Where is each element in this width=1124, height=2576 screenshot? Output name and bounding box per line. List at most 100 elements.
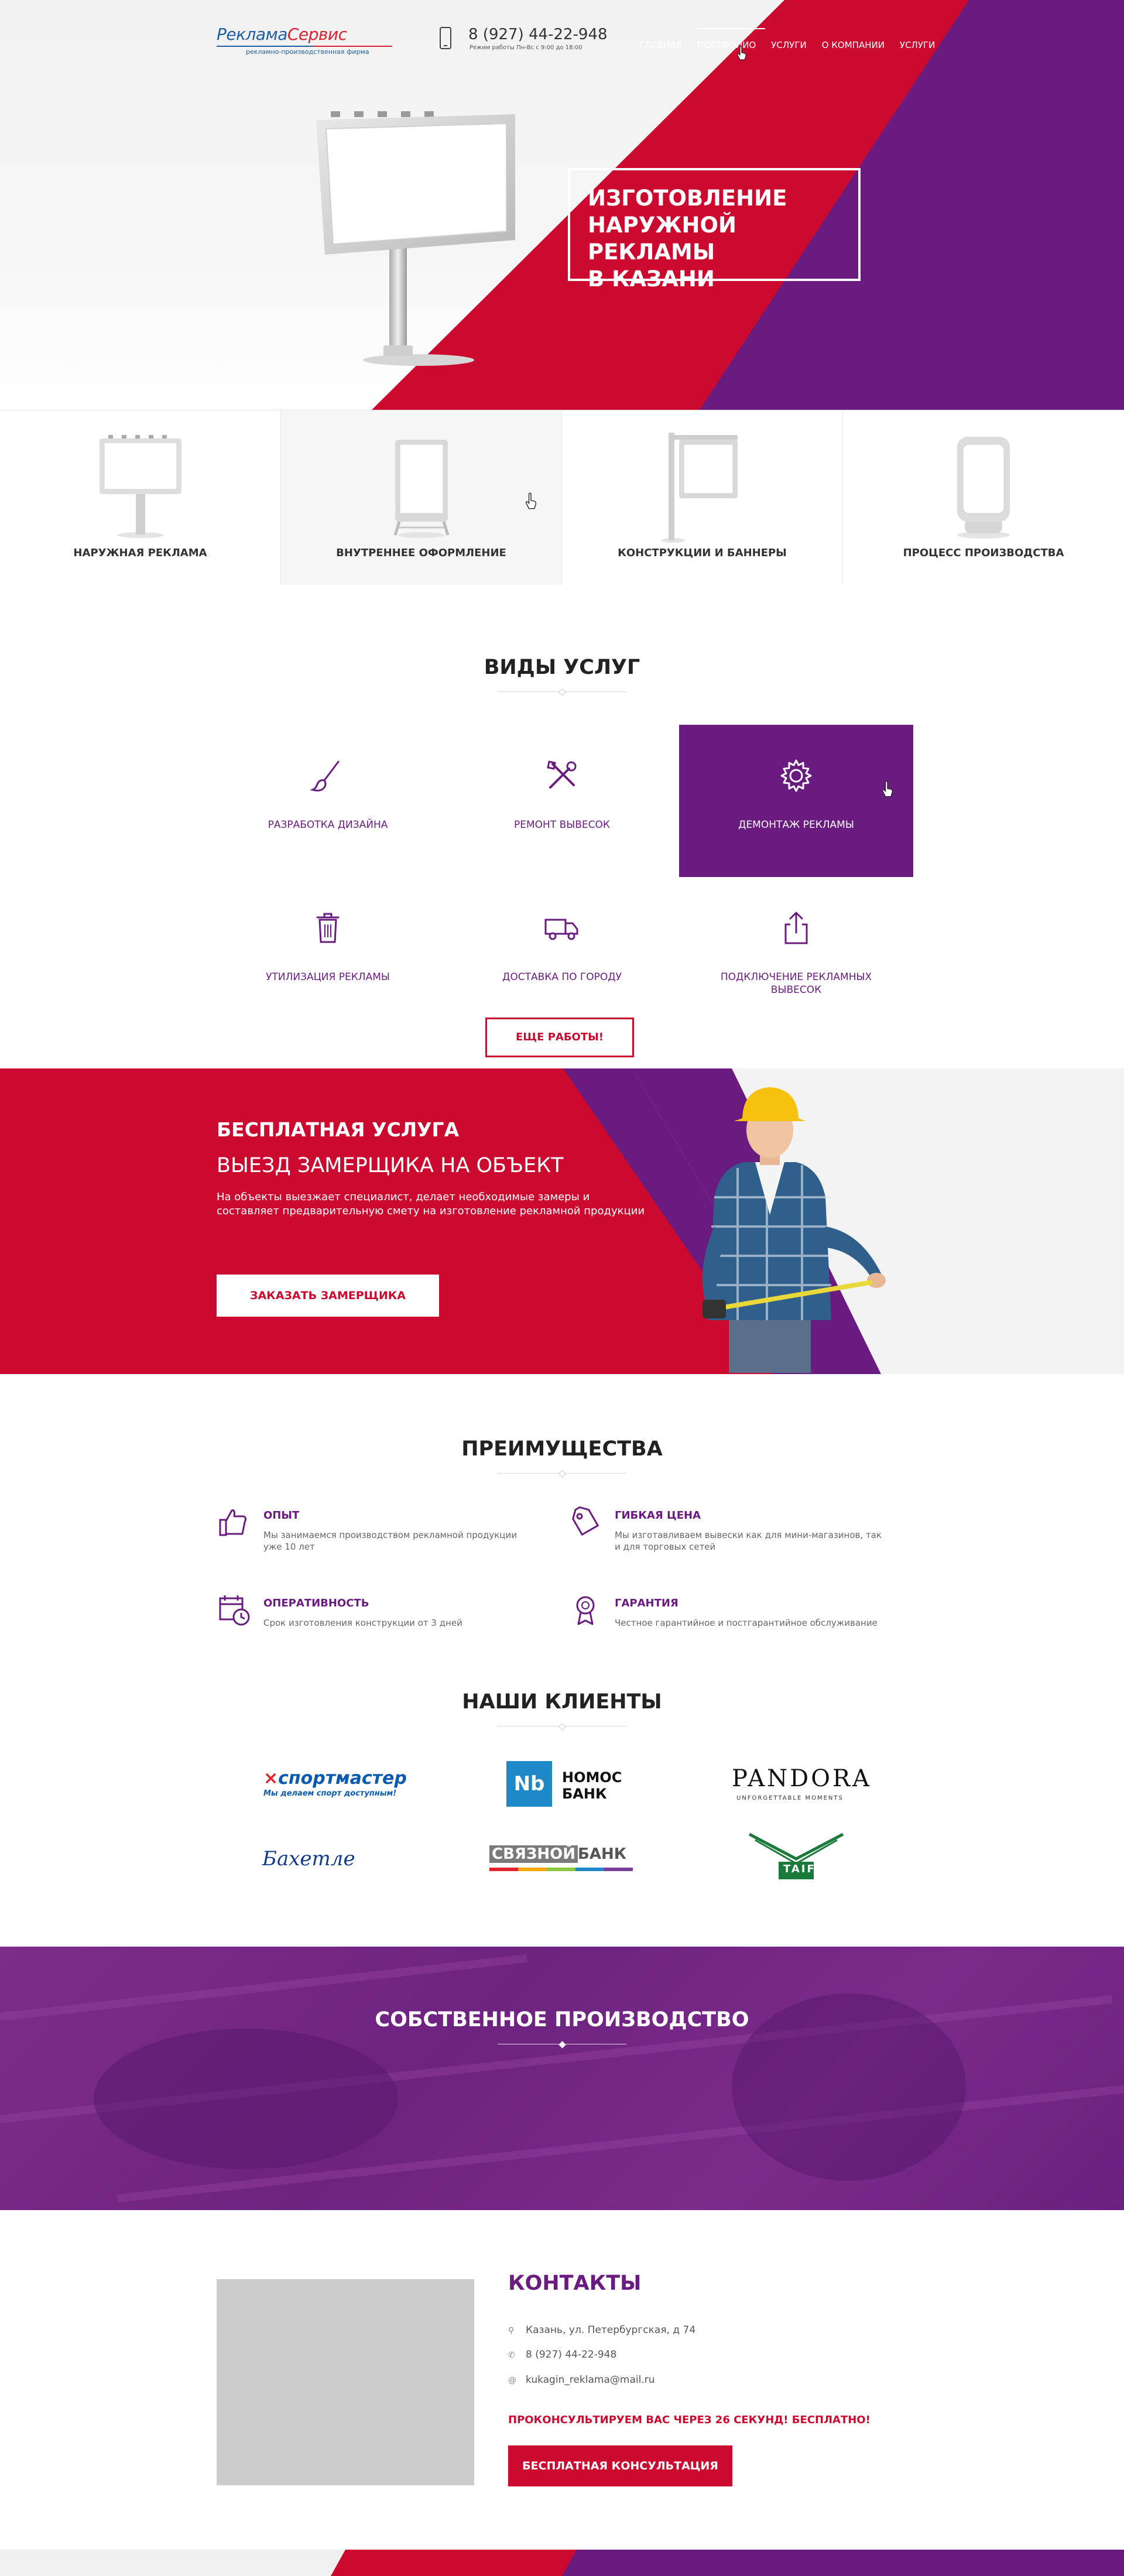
taif-emblem-icon [748,1832,844,1879]
more-works-button[interactable]: ЕЩЕ РАБОТЫ! [485,1018,634,1057]
client-svyaznoy-part-a: СВЯЗНОЙ [489,1845,578,1863]
main-nav: ГЛАВНАЯ ПОРТФОЛИО УСЛУГИ О КОМПАНИИ УСЛУ… [639,28,935,50]
nav-portfolio[interactable]: ПОРТФОЛИО [697,28,766,50]
title-divider [498,1722,626,1731]
billboard-icon [99,435,181,538]
title-divider [498,1469,626,1478]
logo-text-a: Реклама [217,25,287,44]
client-sportmaster-tagline: Мы делаем спорт доступным! [263,1789,397,1798]
client-nomos-badge: Nb [506,1761,552,1807]
client-bahetle-logo: Бахетле [222,1832,433,1891]
contact-phone[interactable]: ✆ 8 (927) 44-22-948 [508,2349,616,2361]
production-background-texture [0,1954,1124,2202]
title-divider [498,2040,626,2049]
logo-underline [217,46,392,47]
phone-icon: ✆ [508,2351,515,2360]
production-title: СОБСТВЕННОЕ ПРОИЗВОДСТВО [375,2008,749,2032]
consultation-note: ПРОКОНСУЛЬТИРУЕМ ВАС ЧЕРЕЗ 26 СЕКУНД! БЕ… [508,2414,871,2426]
nav-services[interactable]: УСЛУГИ [771,40,806,50]
hero-title-box: ИЗГОТОВЛЕНИЕ НАРУЖНОЙ РЕКЛАМЫ В КАЗАНИ [568,168,861,292]
service-dismantling[interactable]: ДЕМОНТАЖ РЕКЛАМЫ [679,725,913,877]
advantage-speed: ОПЕРАТИВНОСТЬ Срок изготовления конструк… [217,1592,533,1657]
promo-description: На объекты выезжает специалист, делает н… [217,1191,645,1217]
trash-icon [316,913,340,943]
nav-services-2[interactable]: УСЛУГИ [900,40,935,50]
promo-subheading: ВЫЕЗД ЗАМЕРЩИКА НА ОБЪЕКТ [217,1154,564,1177]
email-icon: @ [508,2376,516,2385]
client-bahetle-name: Бахетле [262,1847,355,1871]
thumbs-up-icon [219,1509,247,1536]
client-nomos-bank-logo: Nb НОМОС БАНК [480,1756,691,1815]
client-svyaznoy-bank-logo: СВЯЗНОЙ БАНК [480,1832,691,1891]
advantage-guarantee: ГАРАНТИЯ Честное гарантийное и постгаран… [568,1592,884,1657]
billboard-illustration [316,111,515,366]
advantage-title: ОПЕРАТИВНОСТЬ [263,1597,369,1609]
hero-title-line-3: В КАЗАНИ [588,266,715,292]
service-label: РАЗРАБОТКА ДИЗАЙНА [268,819,388,831]
footer-diagonal-background [331,2550,1124,2576]
promo-heading: БЕСПЛАТНАЯ УСЛУГА [217,1118,460,1141]
service-connection[interactable]: ПОДКЛЮЧЕНИЕ РЕКЛАМНЫХ ВЫВЕСОК [679,877,913,1029]
service-design[interactable]: РАЗРАБОТКА ДИЗАЙНА [211,725,445,877]
tile-label: НАРУЖНАЯ РЕКЛАМА [73,547,207,559]
stand-icon [393,440,449,538]
client-sportmaster-name: спортмастер [278,1768,407,1789]
tile-structures-banners[interactable]: КОНСТРУКЦИИ И БАННЕРЫ [562,410,843,585]
tile-label: ВНУТРЕННЕЕ ОФОРМЛЕНИЕ [336,547,506,559]
client-pandora-logo: PANDORA UNFORGETTABLE MOMENTS [714,1756,925,1815]
advantage-title: ГИБКАЯ ЦЕНА [615,1509,701,1522]
free-consultation-button[interactable]: БЕСПЛАТНАЯ КОНСУЛЬТАЦИЯ [508,2445,732,2486]
client-svyaznoy-part-b: БАНК [578,1845,626,1863]
free-service-banner: БЕСПЛАТНАЯ УСЛУГА ВЫЕЗД ЗАМЕРЩИКА НА ОБЪ… [0,1068,1124,1374]
service-label: УТИЛИЗАЦИЯ РЕКЛАМЫ [266,971,390,983]
contact-email[interactable]: @ kukagin_reklama@mail.ru [508,2374,654,2386]
upload-icon [784,912,808,944]
location-pin-icon: ⚲ [508,2326,515,2335]
client-taif-name: TAIF [783,1863,816,1875]
advantage-text: Срок изготовления конструкции от 3 дней [263,1618,462,1628]
service-sign-repair[interactable]: РЕМОНТ ВЫВЕСОК [445,725,679,877]
service-label: ДЕМОНТАЖ РЕКЛАМЫ [738,819,854,831]
service-label: ПОДКЛЮЧЕНИЕ РЕКЛАМНЫХ ВЫВЕСОК [720,971,872,996]
clients-title: НАШИ КЛИЕНТЫ [462,1690,662,1714]
contact-phone-text: 8 (927) 44-22-948 [526,2349,617,2361]
mobile-phone-icon [440,27,451,49]
client-pandora-tagline: UNFORGETTABLE MOMENTS [736,1795,844,1801]
service-delivery[interactable]: ДОСТАВКА ПО ГОРОДУ [445,877,679,1029]
header-phone-number[interactable]: 8 (927) 44-22-948 [468,26,608,43]
nav-about[interactable]: О КОМПАНИИ [822,40,885,50]
footer-strip [0,2550,1124,2576]
order-measurer-button[interactable]: ЗАКАЗАТЬ ЗАМЕРЩИКА БЕСПЛАТНО [217,1275,439,1344]
worker-photo [702,1087,886,1373]
advantage-title: ГАРАНТИЯ [615,1597,678,1609]
advantages-title: ПРЕИМУЩЕСТВА [461,1437,663,1461]
tools-icon [547,761,577,789]
service-disposal[interactable]: УТИЛИЗАЦИЯ РЕКЛАМЫ [211,877,445,1029]
production-section: СОБСТВЕННОЕ ПРОИЗВОДСТВО [0,1947,1124,2210]
advantage-title: ОПЫТ [263,1509,300,1522]
brush-icon [309,761,340,792]
logo[interactable]: РекламаСервис рекламно-производственная … [217,25,392,59]
nav-home[interactable]: ГЛАВНАЯ [639,40,682,50]
tile-outdoor-advertising[interactable]: НАРУЖНАЯ РЕКЛАМА [0,410,281,585]
hand-cursor-icon [882,780,893,797]
client-nomos-name: НОМОС БАНК [562,1769,622,1802]
contact-address: ⚲ Казань, ул. Петербургская, д 74 [508,2324,695,2336]
logo-subtitle: рекламно-производственная фирма [246,48,369,56]
services-title: ВИДЫ УСЛУГ [484,656,640,679]
map-placeholder[interactable] [217,2279,474,2485]
tile-interior-design[interactable]: ВНУТРЕННЕЕ ОФОРМЛЕНИЕ [281,410,562,585]
hero-title-line-2: НАРУЖНОЙ РЕКЛАМЫ [588,213,736,265]
tile-production-process[interactable]: ПРОЦЕСС ПРОИЗВОДСТВА [843,410,1124,585]
truck-icon [544,919,578,940]
hand-cursor-icon [525,492,537,509]
service-label: ДОСТАВКА ПО ГОРОДУ [502,971,622,983]
hand-cursor-icon [737,46,746,60]
client-sportmaster-logo: ×спортмастер Мы делаем спорт доступным! [263,1768,407,1798]
advantage-experience: ОПЫТ Мы занимаемся производством рекламн… [217,1505,533,1569]
tile-label: КОНСТРУКЦИИ И БАННЕРЫ [618,547,787,559]
gear-icon [780,759,812,792]
category-tiles: НАРУЖНАЯ РЕКЛАМА ВНУТРЕННЕЕ ОФОРМЛЕНИЕ К… [0,410,1124,585]
calendar-clock-icon [219,1595,250,1626]
medal-icon [576,1596,595,1625]
